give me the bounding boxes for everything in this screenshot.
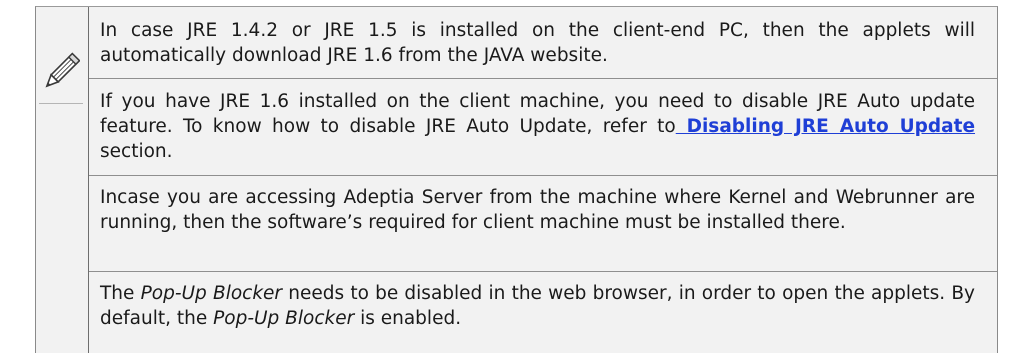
icon-divider (39, 103, 83, 104)
popup-blocker-term: Pop-Up Blocker (140, 283, 283, 304)
note-content: In case JRE 1.4.2 or JRE 1.5 is installe… (89, 7, 997, 353)
note-paragraph-auto-update: If you have JRE 1.6 installed on the cli… (89, 89, 997, 164)
popup-blocker-term: Pop-Up Blocker (213, 308, 355, 329)
paragraph-text: section. (100, 141, 173, 162)
paragraph-text: The (100, 283, 141, 304)
note-paragraph-popup-blocker: The Pop-Up Blocker needs to be disabled … (89, 281, 997, 331)
divider (89, 271, 997, 272)
note-paragraph-jre-download: In case JRE 1.4.2 or JRE 1.5 is installe… (89, 18, 997, 68)
disabling-jre-auto-update-link[interactable]: Disabling JRE Auto Update (676, 116, 975, 137)
paragraph-text: In case JRE 1.4.2 or JRE 1.5 is installe… (100, 20, 975, 66)
paragraph-text: is enabled. (354, 308, 462, 329)
divider (89, 175, 997, 176)
divider (89, 78, 997, 79)
note-paragraph-adeptia-server: Incase you are accessing Adeptia Server … (89, 185, 997, 235)
note-box: In case JRE 1.4.2 or JRE 1.5 is installe… (35, 6, 998, 353)
paragraph-text: Incase you are accessing Adeptia Server … (100, 187, 975, 233)
pencil-icon (45, 52, 80, 88)
note-icon-cell (36, 7, 89, 353)
